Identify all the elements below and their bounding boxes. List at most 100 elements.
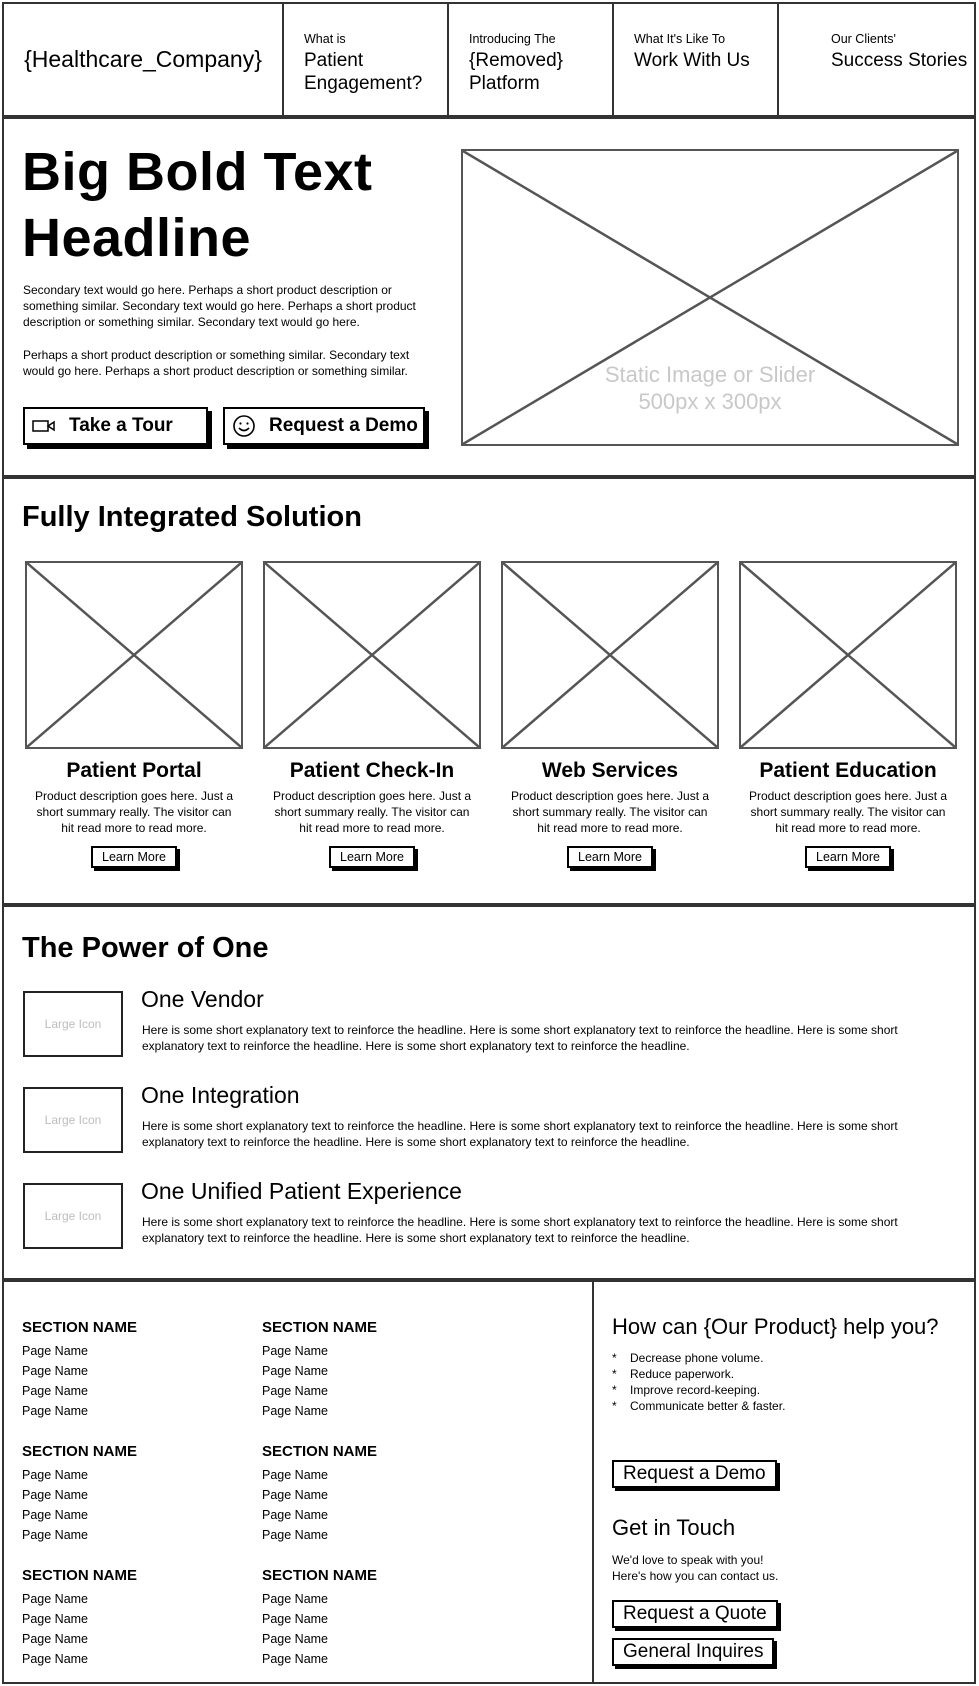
footer-link[interactable]: Page Name xyxy=(262,1465,482,1485)
footer-section-heading: SECTION NAME xyxy=(262,1567,378,1584)
footer-request-demo-button[interactable]: Request a Demo xyxy=(612,1460,777,1488)
power-of-one-section: The Power of One Large Icon One Vendor H… xyxy=(2,905,976,1280)
product-title: Patient Portal xyxy=(66,759,202,782)
footer-link[interactable]: Page Name xyxy=(262,1525,482,1545)
footer-link[interactable]: Page Name xyxy=(262,1401,482,1421)
footer-link[interactable]: Page Name xyxy=(22,1609,242,1629)
product-image-placeholder xyxy=(263,561,481,749)
hero-description: Perhaps a short product description or s… xyxy=(23,348,410,378)
footer-link[interactable]: Page Name xyxy=(262,1629,482,1649)
take-a-tour-button[interactable]: Take a Tour xyxy=(23,407,208,445)
feature-text: Here is some short explanatory text to r… xyxy=(142,1023,898,1053)
footer-column: SECTION NAME Page Name Page Name Page Na… xyxy=(22,1443,242,1545)
nav-item-subtitle: Introducing The xyxy=(469,32,556,46)
product-card: Web Services Product description goes he… xyxy=(501,561,719,868)
image-caption-line: Static Image or Slider xyxy=(604,362,816,387)
feature-text: Here is some short explanatory text to r… xyxy=(142,1119,898,1149)
footer-link[interactable]: Page Name xyxy=(22,1589,242,1609)
nav-item-work-with-us[interactable]: What It's Like To Work With Us xyxy=(614,4,779,115)
feature-row: Large Icon One Unified Patient Experienc… xyxy=(23,1178,943,1249)
footer-section-heading: SECTION NAME xyxy=(22,1443,138,1460)
large-icon-placeholder: Large Icon xyxy=(23,991,123,1057)
footer-link[interactable]: Page Name xyxy=(22,1341,242,1361)
request-demo-label: Request a Demo xyxy=(269,415,418,436)
benefit-item: * Improve record-keeping. xyxy=(612,1382,785,1398)
footer-link[interactable]: Page Name xyxy=(262,1361,482,1381)
feature-title: One Vendor xyxy=(141,986,264,1012)
contact-line: We'd love to speak with you! xyxy=(612,1553,764,1567)
hero-image-placeholder: Static Image or Slider 500px x 300px xyxy=(461,149,959,446)
footer-section-heading: SECTION NAME xyxy=(262,1443,378,1460)
learn-more-button[interactable]: Learn More xyxy=(805,846,891,868)
footer-column: SECTION NAME Page Name Page Name Page Na… xyxy=(262,1567,482,1669)
nav-item-success-stories[interactable]: Our Clients' Success Stories xyxy=(779,4,974,115)
feature-text: Here is some short explanatory text to r… xyxy=(142,1215,898,1245)
product-description: Product description goes here. Just a sh… xyxy=(272,789,472,835)
footer-link[interactable]: Page Name xyxy=(22,1485,242,1505)
help-heading: How can {Our Product} help you? xyxy=(612,1314,939,1339)
footer-section-heading: SECTION NAME xyxy=(22,1319,138,1336)
smiley-face-icon xyxy=(231,414,257,438)
product-title: Patient Check-In xyxy=(289,759,455,782)
nav-item-label: Patient Engagement? xyxy=(304,50,423,94)
request-quote-button[interactable]: Request a Quote xyxy=(612,1600,778,1628)
footer-link[interactable]: Page Name xyxy=(262,1609,482,1629)
nav-item-label: {Removed} Platform xyxy=(469,50,564,94)
hero-description: Secondary text would go here. Perhaps a … xyxy=(23,283,416,329)
nav-item-subtitle: Our Clients' xyxy=(831,32,896,46)
nav-item-subtitle: What is xyxy=(304,32,346,46)
footer-link[interactable]: Page Name xyxy=(22,1381,242,1401)
feature-title: One Integration xyxy=(141,1082,300,1108)
section-title: The Power of One xyxy=(22,932,269,964)
product-description: Product description goes here. Just a sh… xyxy=(510,789,710,835)
large-icon-placeholder: Large Icon xyxy=(23,1183,123,1249)
nav-item-patient-engagement[interactable]: What is Patient Engagement? xyxy=(284,4,449,115)
footer-link[interactable]: Page Name xyxy=(22,1649,242,1669)
learn-more-button[interactable]: Learn More xyxy=(91,846,177,868)
feature-title: One Unified Patient Experience xyxy=(141,1178,462,1204)
get-in-touch-heading: Get in Touch xyxy=(612,1515,736,1540)
footer-link[interactable]: Page Name xyxy=(262,1649,482,1669)
footer-link[interactable]: Page Name xyxy=(22,1505,242,1525)
nav-item-platform[interactable]: Introducing The {Removed} Platform xyxy=(449,4,614,115)
bullet-icon: * xyxy=(612,1399,617,1413)
footer-link[interactable]: Page Name xyxy=(22,1629,242,1649)
request-demo-button[interactable]: Request a Demo xyxy=(223,407,425,445)
footer-link[interactable]: Page Name xyxy=(262,1485,482,1505)
learn-more-button[interactable]: Learn More xyxy=(329,846,415,868)
image-caption: Static Image or Slider 500px x 300px xyxy=(463,361,957,415)
benefit-item: * Decrease phone volume. xyxy=(612,1350,785,1366)
large-icon-placeholder: Large Icon xyxy=(23,1087,123,1153)
benefit-text: Reduce paperwork. xyxy=(630,1367,735,1381)
section-title: Fully Integrated Solution xyxy=(22,501,362,533)
footer-link[interactable]: Page Name xyxy=(22,1401,242,1421)
take-a-tour-label: Take a Tour xyxy=(69,415,173,436)
benefits-list: * Decrease phone volume. * Reduce paperwor… xyxy=(612,1350,785,1414)
benefit-item: * Communicate better & faster. xyxy=(612,1398,785,1414)
product-image-placeholder xyxy=(739,561,957,749)
product-image-placeholder xyxy=(501,561,719,749)
footer-link[interactable]: Page Name xyxy=(262,1381,482,1401)
general-inquiries-button[interactable]: General Inquires xyxy=(612,1638,775,1666)
footer-cta-panel: How can {Our Product} help you? * Decreas… xyxy=(594,1282,974,1682)
company-logo[interactable]: {Healthcare_Company} xyxy=(4,4,284,115)
contact-text: We'd love to speak with you! Here's how … xyxy=(612,1552,778,1584)
product-title: Patient Education xyxy=(759,759,937,782)
benefit-text: Decrease phone volume. xyxy=(630,1351,764,1365)
feature-row: Large Icon One Integration Here is some … xyxy=(23,1082,943,1153)
product-card: Patient Check-In Product description goe… xyxy=(263,561,481,868)
product-description: Product description goes here. Just a sh… xyxy=(748,789,948,835)
learn-more-button[interactable]: Learn More xyxy=(567,846,653,868)
footer-link[interactable]: Page Name xyxy=(262,1341,482,1361)
footer-link[interactable]: Page Name xyxy=(22,1525,242,1545)
footer-link[interactable]: Page Name xyxy=(262,1589,482,1609)
footer-column: SECTION NAME Page Name Page Name Page Na… xyxy=(262,1319,482,1421)
footer: SECTION NAME Page Name Page Name Page Na… xyxy=(2,1280,976,1684)
bullet-icon: * xyxy=(612,1383,617,1397)
footer-link[interactable]: Page Name xyxy=(22,1465,242,1485)
footer-link[interactable]: Page Name xyxy=(22,1361,242,1381)
bullet-icon: * xyxy=(612,1351,617,1365)
footer-link[interactable]: Page Name xyxy=(262,1505,482,1525)
footer-column: SECTION NAME Page Name Page Name Page Na… xyxy=(22,1319,242,1421)
top-navigation: {Healthcare_Company} What is Patient Eng… xyxy=(2,2,976,117)
